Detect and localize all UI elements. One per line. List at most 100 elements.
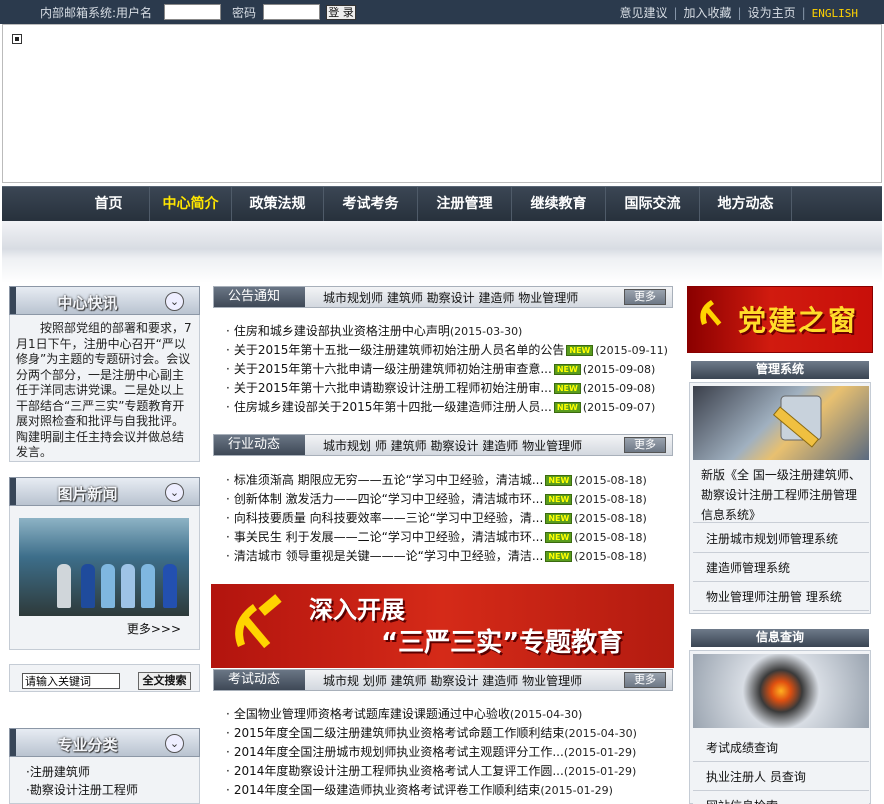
news-row[interactable]: · 创新体制 激发活力——四论“学习中卫经验，清洁城市环... NEW (2015-0… bbox=[226, 490, 674, 509]
tab-announcements[interactable]: 公告通知 bbox=[214, 287, 305, 307]
mgmt-system-item[interactable]: 物业管理师注册管 理系统 bbox=[693, 584, 869, 611]
exams-header: 考试动态 城市规 划师 建筑师 勘察设计 建造师 物业管理师 更多 bbox=[213, 669, 673, 691]
more-button[interactable]: 更多 bbox=[624, 289, 666, 305]
news-row[interactable]: · 2014年度全国一级建造师执业资格考试评卷工作顺利结束(2015-01-29) bbox=[226, 781, 674, 800]
full-text-search-button[interactable]: 全文搜索 bbox=[138, 672, 191, 690]
nav-local[interactable]: 地方动态 bbox=[700, 187, 792, 221]
eye-image[interactable] bbox=[693, 654, 869, 728]
info-query-item[interactable]: 网站信息检索 bbox=[693, 793, 869, 804]
separator: | bbox=[673, 6, 678, 20]
industry-list: · 标准须渐高 期限应无穷——五论“学习中卫经验，清洁城... NEW (2015-0… bbox=[226, 471, 674, 566]
feedback-link[interactable]: 意见建议 bbox=[619, 6, 667, 20]
news-row[interactable]: · 关于2015年第十六批申请一级注册建筑师初始注册审查意... NEW (2015-… bbox=[226, 360, 674, 379]
news-row[interactable]: · 2015年度全国二级注册建筑师执业资格考试命题工作顺利结束(2015-04-3… bbox=[226, 724, 674, 743]
search-bar: 全文搜索 bbox=[9, 664, 200, 692]
news-date: (2015-09-08) bbox=[582, 363, 656, 376]
news-row[interactable]: · 2014年度全国注册城市规划师执业资格考试主观题评分工作...(2015-01… bbox=[226, 743, 674, 762]
news-row[interactable]: · 事关民生 利于发展——二论“学习中卫经验，清洁城市环... NEW (2015-0… bbox=[226, 528, 674, 547]
new-badge-icon: NEW bbox=[566, 345, 594, 356]
news-title: 住房和城乡建设部执业资格注册中心声明 bbox=[233, 324, 450, 338]
tab-industry[interactable]: 行业动态 bbox=[214, 435, 305, 455]
news-date: (2015-09-11) bbox=[595, 344, 668, 357]
news-date: (2015-01-29) bbox=[563, 765, 637, 778]
profession-tabs[interactable]: 城市规 划师 建筑师 勘察设计 建造师 物业管理师 bbox=[323, 672, 582, 689]
chevron-down-icon[interactable]: ⌄ bbox=[165, 292, 184, 311]
categories-header: 专业分类 ⌄ bbox=[9, 728, 200, 757]
news-title: 事关民生 利于发展——二论“学习中卫经验，清洁城市环... bbox=[233, 530, 544, 544]
bullet-icon: · bbox=[226, 530, 230, 544]
chevron-down-icon[interactable]: ⌄ bbox=[165, 734, 184, 753]
nav-international[interactable]: 国际交流 bbox=[606, 187, 700, 221]
username-input[interactable] bbox=[164, 4, 221, 20]
news-row[interactable]: · 住房和城乡建设部执业资格注册中心声明(2015-03-30) bbox=[226, 322, 674, 341]
password-input[interactable] bbox=[263, 4, 320, 20]
nav-registration[interactable]: 注册管理 bbox=[418, 187, 512, 221]
news-flash-text[interactable]: 按照部党组的部署和要求，7月1日下午，注册中心召开“严以修身”为主题的专题研讨会… bbox=[10, 315, 199, 461]
news-row[interactable]: · 关于2015年第十六批申请勘察设计注册工程师初始注册审... NEW (2015-… bbox=[226, 379, 674, 398]
separator: | bbox=[737, 6, 742, 20]
bullet-icon: · bbox=[226, 549, 230, 563]
news-date: (2015-08-18) bbox=[574, 474, 647, 487]
category-item[interactable]: ·注册建筑师 bbox=[10, 763, 199, 781]
password-label: 密码 bbox=[232, 6, 257, 20]
bullet-icon: · bbox=[226, 764, 230, 778]
mgmt-system-item[interactable]: 新版《全 国一级注册建筑师、勘察设计注册工程师注册管理信息系统》 bbox=[693, 463, 869, 523]
search-input[interactable] bbox=[22, 673, 120, 689]
news-date: (2015-08-18) bbox=[574, 531, 647, 544]
english-link[interactable]: ENGLISH bbox=[812, 7, 858, 20]
category-item[interactable]: ·勘察设计注册工程师 bbox=[10, 781, 199, 799]
exams-list: · 全国物业管理师资格考试题库建设课题通过中心验收(2015-04-30) · 201… bbox=[226, 705, 674, 800]
bullet-icon: · bbox=[226, 324, 230, 338]
tools-image[interactable] bbox=[693, 386, 869, 460]
more-button[interactable]: 更多 bbox=[624, 672, 666, 688]
news-row[interactable]: · 住房城乡建设部关于2015年第十四批一级建造师注册人员... NEW (2015-… bbox=[226, 398, 674, 417]
news-date: (2015-01-29) bbox=[563, 746, 637, 759]
news-title: 2014年度勘察设计注册工程师执业资格考试人工复评工作圆... bbox=[233, 764, 564, 778]
hammer-sickle-icon bbox=[235, 594, 282, 649]
profession-tabs[interactable]: 城市规划师 建筑师 勘察设计 建造师 物业管理师 bbox=[323, 289, 578, 306]
add-favorite-link[interactable]: 加入收藏 bbox=[684, 6, 732, 20]
news-row[interactable]: · 全国物业管理师资格考试题库建设课题通过中心验收(2015-04-30) bbox=[226, 705, 674, 724]
news-row[interactable]: · 2014年度勘察设计注册工程师执业资格考试人工复评工作圆...(2015-01… bbox=[226, 762, 674, 781]
news-title: 标准须渐高 期限应无穷——五论“学习中卫经验，清洁城... bbox=[233, 473, 544, 487]
profession-tabs[interactable]: 城市规划 师 建筑师 勘察设计 建造师 物业管理师 bbox=[323, 437, 582, 454]
news-row[interactable]: · 标准须渐高 期限应无穷——五论“学习中卫经验，清洁城... NEW (2015-0… bbox=[226, 471, 674, 490]
campaign-banner[interactable]: 深入开展 “三严三实”专题教育 bbox=[211, 584, 674, 668]
nav-policy[interactable]: 政策法规 bbox=[232, 187, 324, 221]
nav-about[interactable]: 中心简介 bbox=[150, 187, 232, 221]
news-photo[interactable] bbox=[19, 518, 189, 616]
news-date: (2015-04-30) bbox=[509, 708, 583, 721]
login-button[interactable]: 登 录 bbox=[326, 5, 356, 20]
bullet-icon: · bbox=[226, 473, 230, 487]
info-query-item[interactable]: 执业注册人 员查询 bbox=[693, 764, 869, 791]
top-bar: 内部邮箱系统:用户名 密码 登 录 意见建议 | 加入收藏 | 设为主页 | ENGLISH bbox=[0, 0, 884, 24]
person-figure bbox=[121, 564, 135, 608]
sub-nav-band bbox=[2, 221, 882, 283]
email-system-label: 内部邮箱系统:用户名 bbox=[40, 6, 153, 20]
more-photos-link[interactable]: 更多>>> bbox=[127, 620, 181, 637]
info-panel: 考试成绩查询 执业注册人 员查询 网站信息检索 bbox=[689, 650, 871, 804]
mgmt-panel: 新版《全 国一级注册建筑师、勘察设计注册工程师注册管理信息系统》 注册城市规划师… bbox=[689, 382, 871, 614]
news-row[interactable]: · 清洁城市 领导重视是关键———论“学习中卫经验，清洁... NEW (2015-0… bbox=[226, 547, 674, 566]
info-query-item[interactable]: 考试成绩查询 bbox=[693, 735, 869, 762]
chevron-down-icon[interactable]: ⌄ bbox=[165, 483, 184, 502]
more-button[interactable]: 更多 bbox=[624, 437, 666, 453]
nav-home[interactable]: 首页 bbox=[68, 187, 150, 221]
new-badge-icon: NEW bbox=[545, 475, 573, 486]
news-date: (2015-03-30) bbox=[449, 325, 523, 338]
nav-exams[interactable]: 考试考务 bbox=[324, 187, 418, 221]
nav-education[interactable]: 继续教育 bbox=[512, 187, 606, 221]
mgmt-system-item[interactable]: 注册城市规划师管理系统 bbox=[693, 526, 869, 553]
news-row[interactable]: · 向科技要质量 向科技要效率——三论“学习中卫经验，清... NEW (2015-0… bbox=[226, 509, 674, 528]
news-row[interactable]: · 关于2015年第十五批一级注册建筑师初始注册人员名单的公告 NEW (2015-0… bbox=[226, 341, 674, 360]
bullet-icon: · bbox=[226, 492, 230, 506]
mgmt-system-item[interactable]: 建造师管理系统 bbox=[693, 555, 869, 582]
tab-exams[interactable]: 考试动态 bbox=[214, 670, 305, 690]
announcements-list: · 住房和城乡建设部执业资格注册中心声明(2015-03-30) · 关于2015年第… bbox=[226, 322, 674, 417]
new-badge-icon: NEW bbox=[553, 402, 581, 413]
news-title: 住房城乡建设部关于2015年第十四批一级建造师注册人员... bbox=[233, 400, 552, 414]
set-homepage-link[interactable]: 设为主页 bbox=[748, 6, 796, 20]
categories-panel: ·注册建筑师 ·勘察设计注册工程师 bbox=[9, 757, 200, 804]
person-figure bbox=[81, 564, 95, 608]
party-building-banner[interactable]: 党建之窗 bbox=[687, 286, 873, 353]
